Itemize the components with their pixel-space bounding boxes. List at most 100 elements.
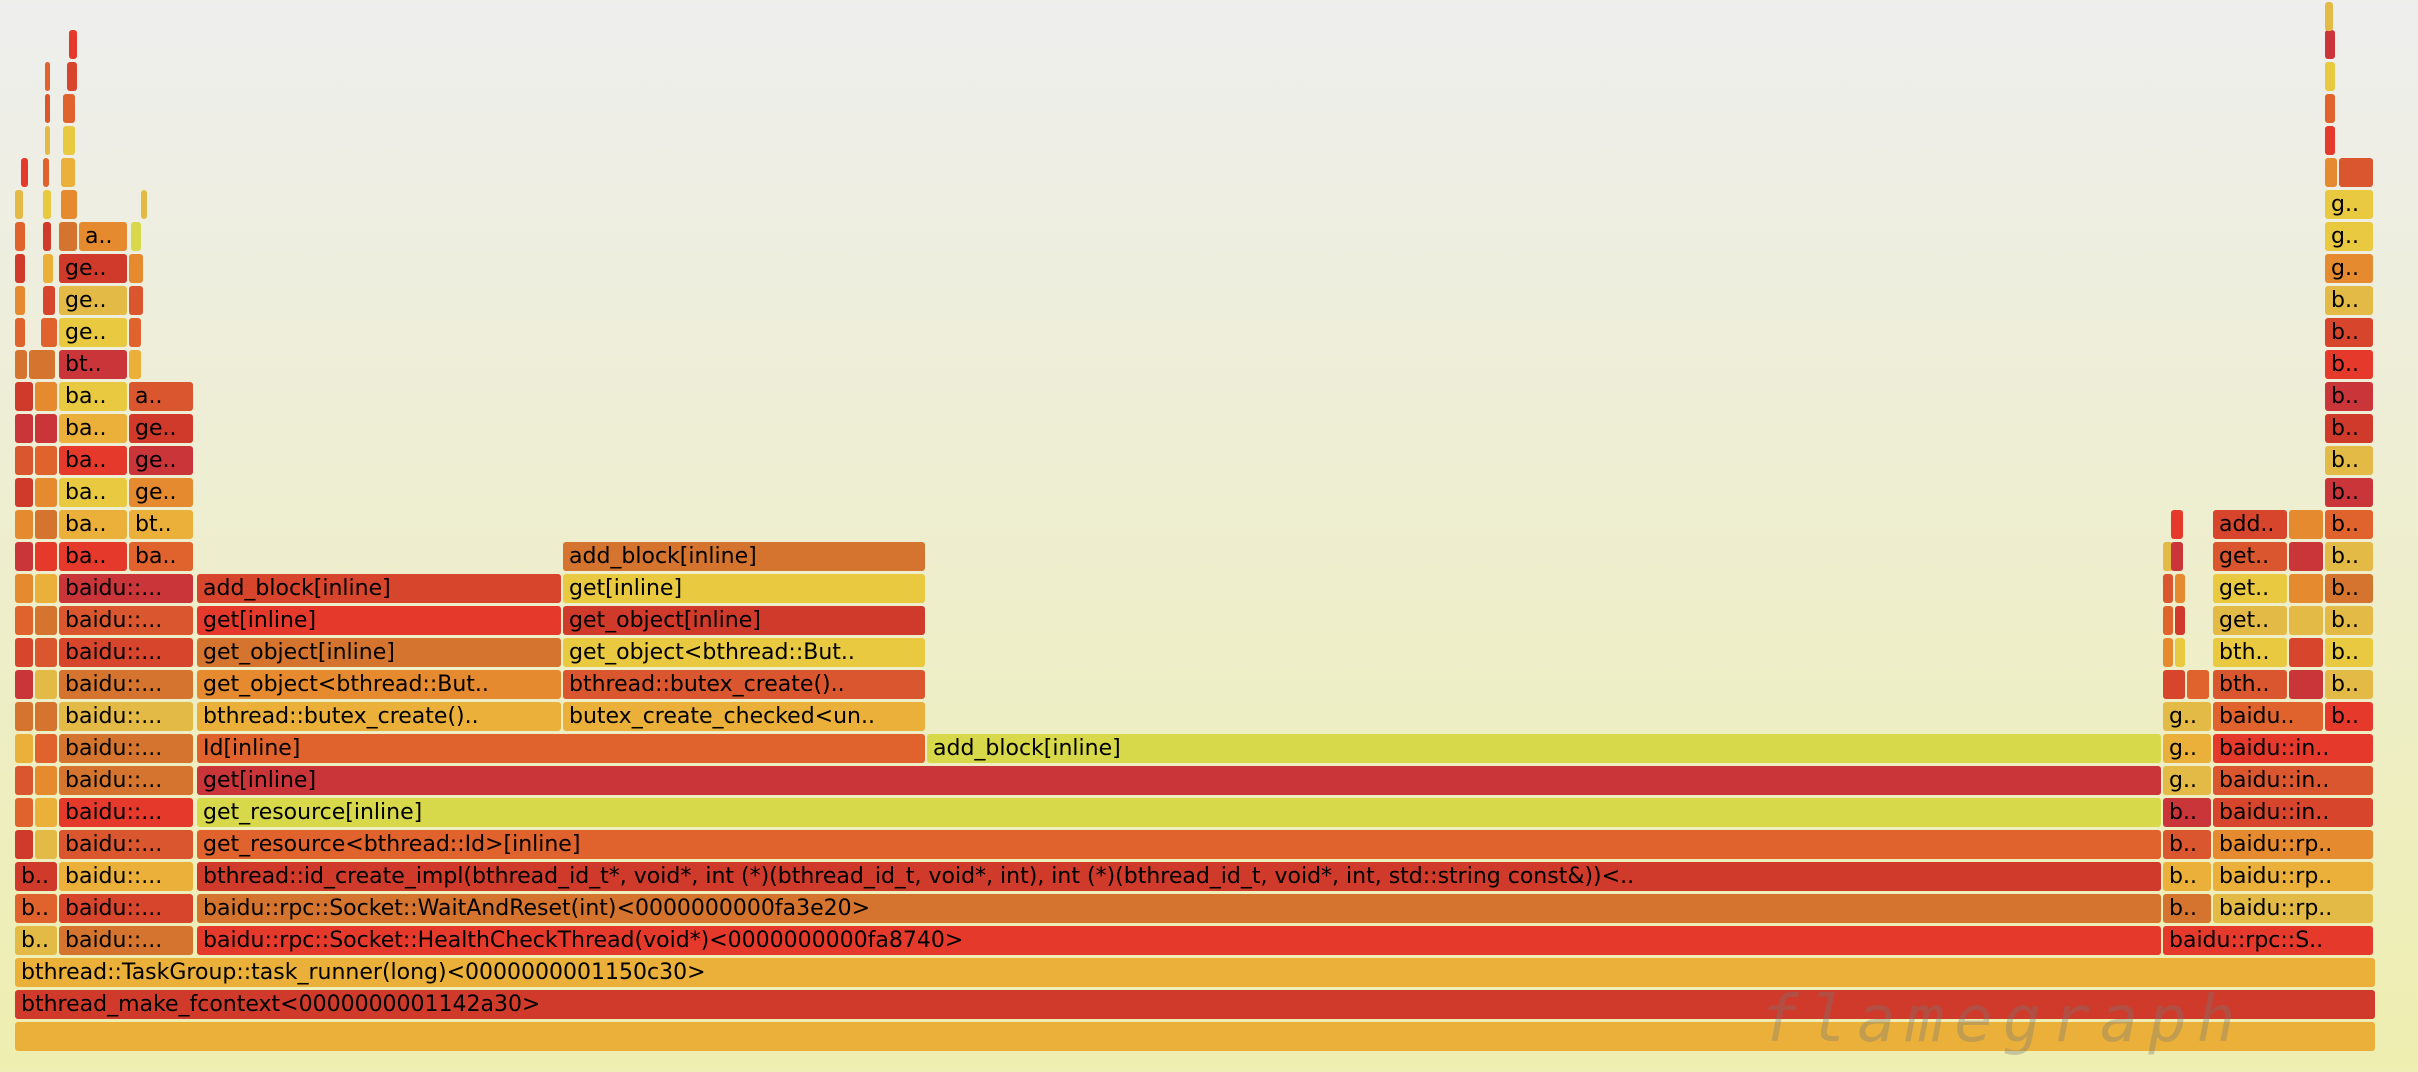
stack-frame[interactable]: get.. — [2213, 542, 2287, 571]
stack-frame[interactable]: b.. — [15, 894, 57, 923]
stack-frame[interactable]: baidu::... — [59, 734, 193, 763]
stack-frame[interactable] — [35, 414, 57, 443]
stack-frame[interactable]: ge.. — [129, 478, 193, 507]
stack-frame[interactable]: baidu::in.. — [2213, 734, 2373, 763]
stack-frame[interactable] — [35, 574, 57, 603]
stack-frame[interactable]: bth.. — [2213, 670, 2287, 699]
stack-frame[interactable]: get_resource[inline] — [197, 798, 2161, 827]
stack-frame[interactable] — [61, 190, 77, 219]
stack-frame[interactable] — [2171, 542, 2183, 571]
stack-frame[interactable] — [2325, 158, 2337, 187]
stack-frame[interactable]: bthread::id_create_impl(bthread_id_t*, v… — [197, 862, 2161, 891]
stack-frame[interactable] — [2163, 574, 2173, 603]
stack-frame[interactable] — [15, 222, 25, 251]
stack-frame[interactable] — [15, 766, 33, 795]
stack-frame[interactable]: baidu::... — [59, 702, 193, 731]
stack-frame[interactable]: b.. — [15, 926, 57, 955]
stack-frame[interactable]: get.. — [2213, 574, 2287, 603]
stack-frame[interactable]: b.. — [2325, 670, 2373, 699]
stack-frame[interactable] — [15, 414, 33, 443]
stack-frame[interactable]: b.. — [2325, 286, 2373, 315]
stack-frame[interactable] — [43, 222, 51, 251]
stack-frame[interactable]: get_object[inline] — [197, 638, 561, 667]
stack-frame[interactable] — [63, 94, 75, 123]
stack-frame[interactable]: g.. — [2163, 734, 2211, 763]
stack-frame[interactable]: baidu::in.. — [2213, 798, 2373, 827]
stack-frame[interactable]: baidu::rpc::Socket::WaitAndReset(int)<00… — [197, 894, 2161, 923]
stack-frame[interactable] — [2325, 2, 2333, 31]
stack-frame[interactable] — [129, 318, 141, 347]
stack-frame[interactable]: add.. — [2213, 510, 2287, 539]
stack-frame[interactable]: b.. — [2325, 638, 2373, 667]
stack-frame[interactable]: ba.. — [59, 382, 127, 411]
stack-frame[interactable]: get[inline] — [563, 574, 925, 603]
stack-frame[interactable]: g.. — [2163, 766, 2211, 795]
stack-frame[interactable] — [2325, 62, 2335, 91]
stack-frame[interactable] — [35, 798, 57, 827]
stack-frame[interactable]: b.. — [2325, 606, 2373, 635]
stack-frame[interactable] — [15, 286, 25, 315]
stack-frame[interactable] — [61, 158, 75, 187]
stack-frame[interactable]: baidu::... — [59, 830, 193, 859]
stack-frame[interactable]: baidu::... — [59, 670, 193, 699]
stack-frame[interactable] — [35, 702, 57, 731]
stack-frame[interactable] — [67, 62, 77, 91]
stack-frame[interactable] — [43, 254, 53, 283]
stack-frame[interactable] — [15, 382, 33, 411]
stack-frame[interactable] — [35, 638, 57, 667]
stack-frame[interactable]: b.. — [2325, 414, 2373, 443]
stack-frame[interactable]: get[inline] — [197, 606, 561, 635]
stack-frame[interactable] — [2175, 574, 2185, 603]
stack-frame[interactable]: bt.. — [59, 350, 127, 379]
stack-frame[interactable]: ba.. — [59, 542, 127, 571]
stack-frame[interactable]: get[inline] — [197, 766, 2161, 795]
stack-frame[interactable]: b.. — [2163, 798, 2211, 827]
stack-frame[interactable]: get_resource<bthread::Id>[inline] — [197, 830, 2161, 859]
stack-frame[interactable]: b.. — [2325, 350, 2373, 379]
stack-frame[interactable]: g.. — [2163, 702, 2211, 731]
stack-frame[interactable]: b.. — [2325, 510, 2373, 539]
stack-frame[interactable] — [2187, 670, 2209, 699]
stack-frame[interactable]: a.. — [129, 382, 193, 411]
stack-frame[interactable] — [2339, 158, 2373, 187]
stack-frame[interactable]: add_block[inline] — [927, 734, 2161, 763]
stack-frame[interactable] — [15, 798, 33, 827]
stack-frame[interactable]: b.. — [2163, 830, 2211, 859]
stack-frame[interactable] — [35, 830, 57, 859]
stack-frame[interactable]: b.. — [2163, 894, 2211, 923]
stack-frame[interactable]: b.. — [15, 862, 57, 891]
stack-frame[interactable]: ba.. — [129, 542, 193, 571]
stack-frame[interactable]: baidu::rpc::S.. — [2163, 926, 2373, 955]
stack-frame[interactable] — [15, 542, 33, 571]
stack-frame[interactable] — [15, 190, 23, 219]
stack-frame[interactable]: bt.. — [129, 510, 193, 539]
stack-frame[interactable] — [2163, 606, 2173, 635]
stack-frame[interactable]: get_object[inline] — [563, 606, 925, 635]
stack-frame[interactable] — [63, 126, 75, 155]
stack-frame[interactable] — [43, 286, 55, 315]
stack-frame[interactable] — [2325, 30, 2335, 59]
stack-frame[interactable] — [129, 286, 143, 315]
stack-frame[interactable]: ba.. — [59, 446, 127, 475]
stack-frame[interactable]: baidu::... — [59, 606, 193, 635]
stack-frame[interactable]: bthread::butex_create().. — [197, 702, 561, 731]
stack-frame[interactable] — [35, 382, 57, 411]
stack-frame[interactable] — [129, 254, 143, 283]
stack-frame[interactable]: baidu::rp.. — [2213, 830, 2373, 859]
stack-frame[interactable]: get_object<bthread::But.. — [563, 638, 925, 667]
stack-frame[interactable]: bth.. — [2213, 638, 2287, 667]
stack-frame[interactable] — [21, 158, 28, 187]
stack-frame[interactable]: baidu.. — [2213, 702, 2323, 731]
stack-frame[interactable] — [15, 670, 33, 699]
stack-frame[interactable]: get_object<bthread::But.. — [197, 670, 561, 699]
stack-frame[interactable]: baidu::... — [59, 638, 193, 667]
stack-frame[interactable]: ge.. — [59, 286, 127, 315]
stack-frame[interactable]: baidu::in.. — [2213, 766, 2373, 795]
stack-frame[interactable] — [29, 350, 55, 379]
stack-frame[interactable] — [2289, 574, 2323, 603]
stack-frame[interactable] — [45, 94, 50, 123]
stack-frame[interactable] — [15, 830, 33, 859]
stack-frame[interactable] — [35, 734, 57, 763]
stack-frame[interactable]: a.. — [79, 222, 127, 251]
stack-frame[interactable] — [15, 638, 33, 667]
